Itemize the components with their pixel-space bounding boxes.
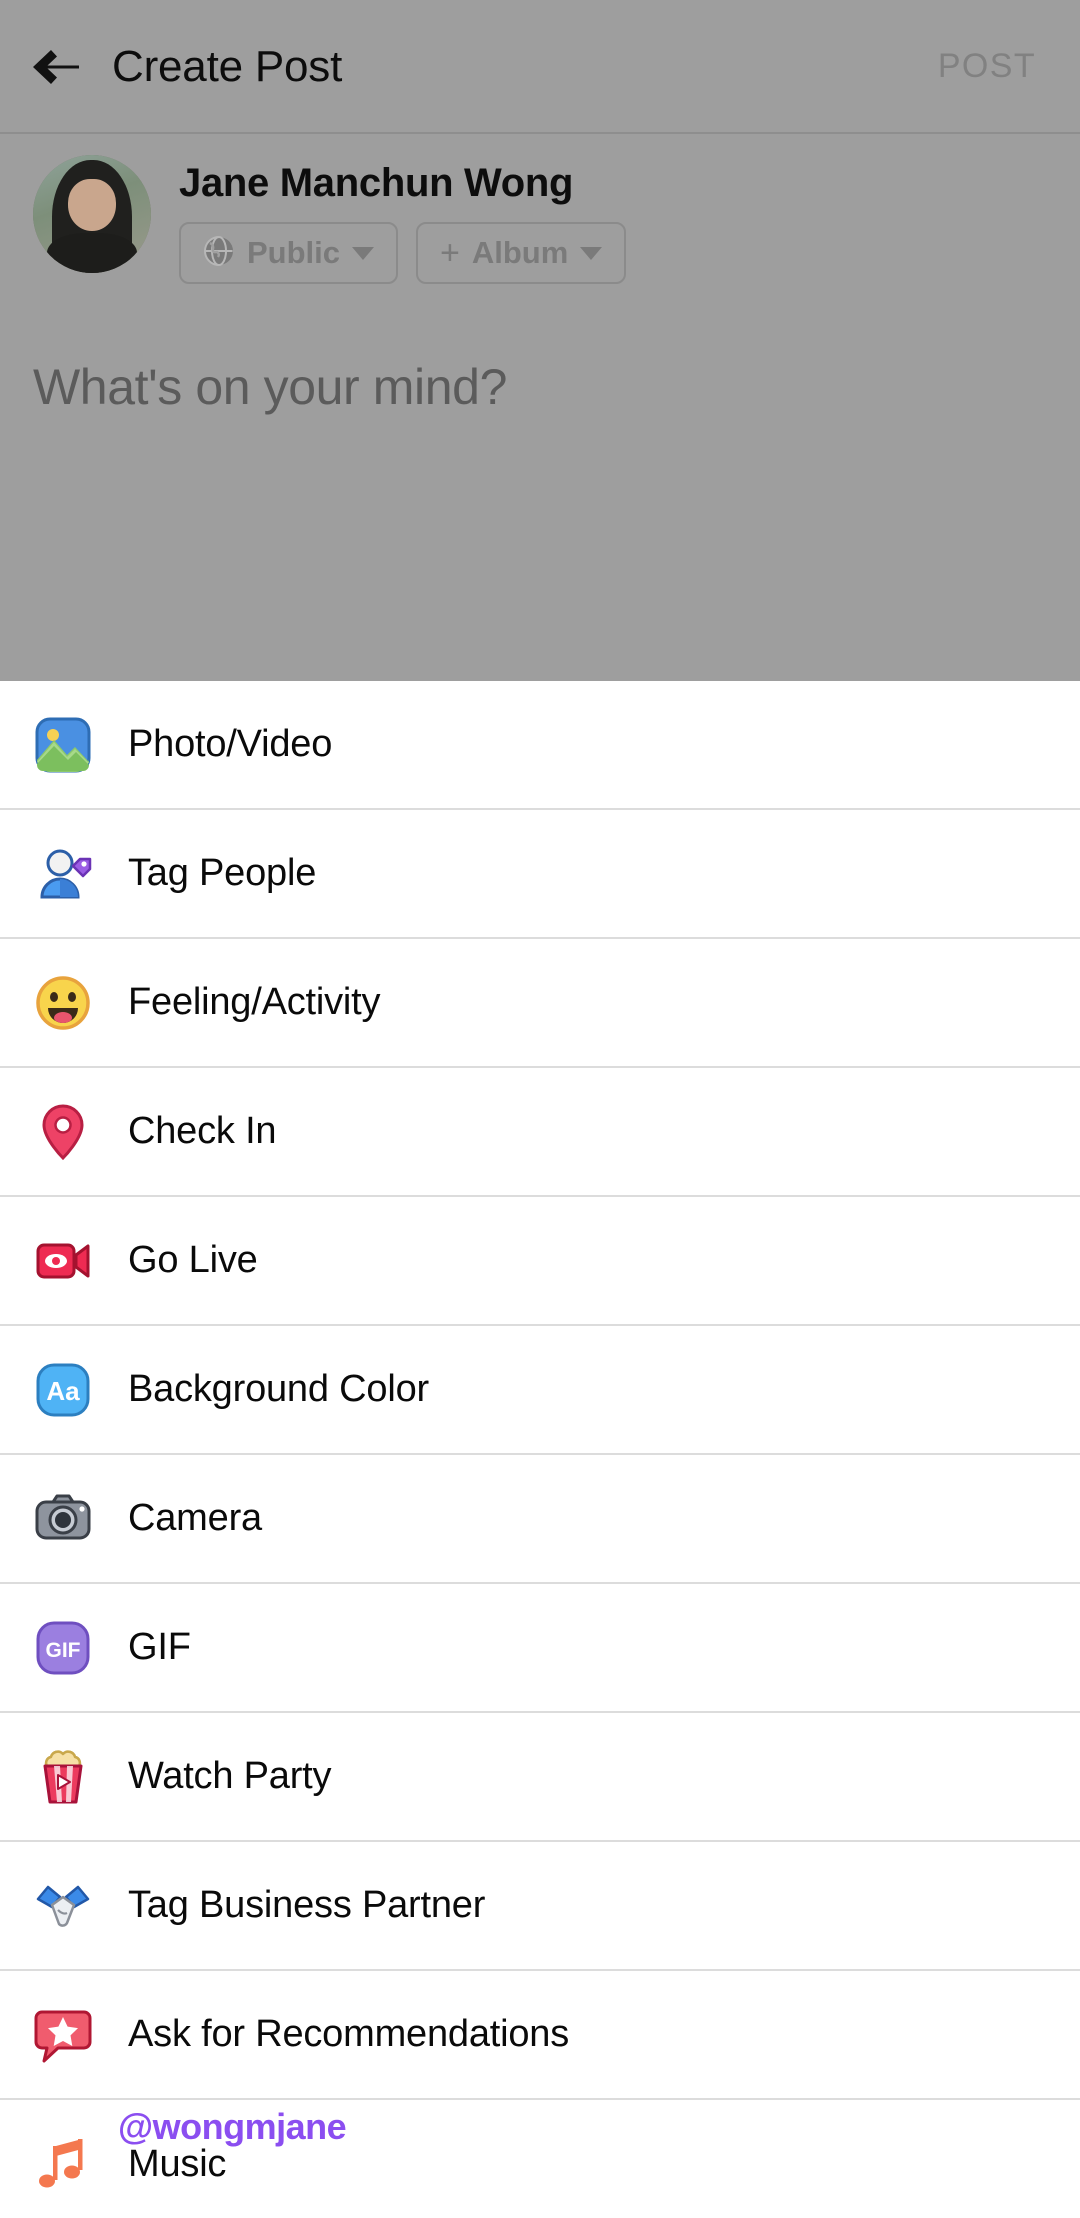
arrow-left-icon <box>29 45 83 89</box>
recommendations-icon <box>33 2005 93 2065</box>
action-row-tag-people[interactable]: Tag People <box>0 810 1080 939</box>
chevron-down-icon <box>580 246 603 260</box>
action-row-watch-party[interactable]: Watch Party <box>0 1713 1080 1842</box>
dimmed-composer-overlay: Create Post POST Jane Manchun Wong Publi… <box>0 0 1080 681</box>
action-label: Check In <box>128 1110 277 1152</box>
action-label: Tag Business Partner <box>128 1884 486 1926</box>
action-row-feeling-activity[interactable]: Feeling/Activity <box>0 939 1080 1068</box>
author-row: Jane Manchun Wong Public + Album <box>0 155 1080 284</box>
action-row-go-live[interactable]: Go Live <box>0 1197 1080 1326</box>
action-label: GIF <box>128 1626 191 1668</box>
action-label: Photo/Video <box>128 723 333 765</box>
action-label: Ask for Recommendations <box>128 2013 570 2055</box>
avatar-body <box>47 232 137 273</box>
chevron-down-icon <box>352 246 375 260</box>
album-chip-label: Album <box>471 235 569 270</box>
svg-text:GIF: GIF <box>46 1639 81 1662</box>
tag-business-partner-icon <box>33 1876 93 1936</box>
composer-placeholder[interactable]: What's on your mind? <box>33 358 933 416</box>
action-label: Tag People <box>128 852 317 894</box>
action-label: Music <box>128 2143 227 2185</box>
gif-icon: GIF <box>33 1618 93 1678</box>
action-row-check-in[interactable]: Check In <box>0 1068 1080 1197</box>
background-color-icon: Aa <box>33 1360 93 1420</box>
globe-icon <box>203 235 235 272</box>
watch-party-icon <box>33 1747 93 1807</box>
action-label: Watch Party <box>128 1755 332 1797</box>
action-label: Background Color <box>128 1368 429 1410</box>
avatar-face <box>68 178 116 231</box>
action-row-camera[interactable]: Camera <box>0 1455 1080 1584</box>
privacy-chip[interactable]: Public <box>179 222 399 284</box>
action-label: Go Live <box>128 1239 258 1281</box>
action-row-photo-video[interactable]: Photo/Video <box>0 681 1080 810</box>
page-title: Create Post <box>112 41 343 91</box>
author-meta: Jane Manchun Wong Public + Album <box>179 155 627 284</box>
action-row-music[interactable]: Music <box>0 2100 1080 2218</box>
avatar[interactable] <box>33 155 151 273</box>
app-bar-divider <box>0 132 1080 134</box>
action-label: Camera <box>128 1497 262 1539</box>
action-row-gif[interactable]: GIF GIF <box>0 1584 1080 1713</box>
create-post-screen: Create Post POST Jane Manchun Wong Publi… <box>0 0 1080 2218</box>
svg-text:Aa: Aa <box>46 1376 80 1406</box>
plus-icon: + <box>440 234 460 272</box>
action-sheet: Photo/Video Tag People Feeling/Activity … <box>0 681 1080 2218</box>
check-in-icon <box>33 1102 93 1162</box>
privacy-chip-label: Public <box>247 235 341 270</box>
music-icon <box>33 2135 93 2195</box>
back-button[interactable] <box>0 0 112 133</box>
go-live-icon <box>33 1231 93 1291</box>
camera-icon <box>33 1489 93 1549</box>
app-bar: Create Post POST <box>0 0 1080 133</box>
post-button[interactable]: POST <box>938 47 1080 86</box>
tag-people-icon <box>33 844 93 904</box>
action-row-background-color[interactable]: Aa Background Color <box>0 1326 1080 1455</box>
photo-video-icon <box>33 715 93 775</box>
album-chip[interactable]: + Album <box>416 222 627 284</box>
feeling-activity-icon <box>33 973 93 1033</box>
author-name: Jane Manchun Wong <box>179 161 574 205</box>
action-label: Feeling/Activity <box>128 981 381 1023</box>
action-row-ask-recommendations[interactable]: Ask for Recommendations <box>0 1971 1080 2100</box>
composer-chips: Public + Album <box>179 222 627 284</box>
action-row-tag-business-partner[interactable]: Tag Business Partner <box>0 1842 1080 1971</box>
